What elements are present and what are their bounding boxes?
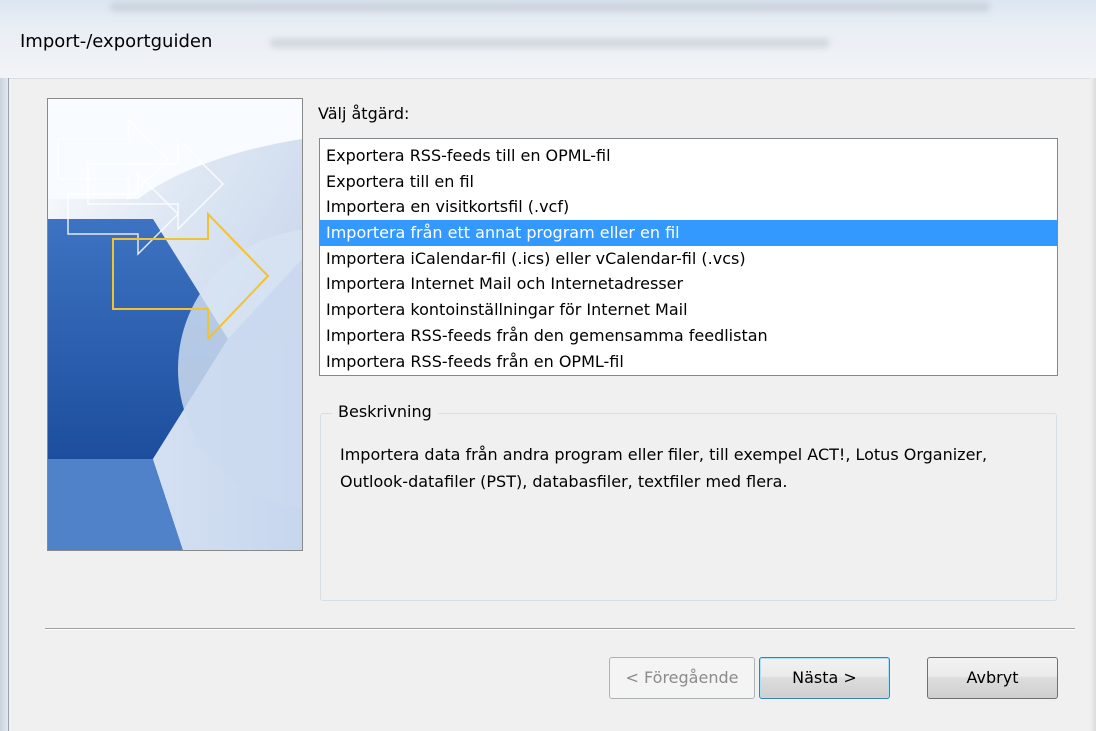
window-left-frame [0, 78, 8, 731]
list-item[interactable]: Importera en visitkortsfil (.vcf) [320, 194, 1057, 220]
window-right-frame [1090, 78, 1096, 731]
import-export-wizard-window: Import-/exportguiden Välj åtgärd: Export… [0, 0, 1096, 731]
back-button[interactable]: < Föregående [609, 657, 755, 699]
button-separator [45, 628, 1075, 630]
window-title: Import-/exportguiden [20, 31, 213, 52]
title-bar-divider [0, 78, 1096, 79]
description-text: Importera data från andra program eller … [340, 445, 988, 491]
cancel-button[interactable]: Avbryt [927, 657, 1058, 699]
choose-action-label: Välj åtgärd: [318, 104, 410, 123]
list-item[interactable]: Importera RSS-feeds från en OPML-fil [320, 349, 1057, 375]
next-button[interactable]: Nästa > [759, 657, 890, 699]
list-item[interactable]: Exportera till en fil [320, 169, 1057, 195]
action-listbox[interactable]: Exportera RSS-feeds till en OPML-fil Exp… [319, 138, 1058, 376]
list-item[interactable]: Exportera RSS-feeds till en OPML-fil [320, 143, 1057, 169]
title-bar: Import-/exportguiden [0, 0, 1096, 78]
list-item-selected[interactable]: Importera från ett annat program eller e… [320, 220, 1057, 246]
description-legend: Beskrivning [332, 402, 438, 421]
list-item[interactable]: Importera Internet Mail och Internetadre… [320, 271, 1057, 297]
list-item[interactable]: Importera kontoinställningar för Interne… [320, 297, 1057, 323]
window-left-border [8, 78, 9, 731]
list-item[interactable]: Importera RSS-feeds från den gemensamma … [320, 323, 1057, 349]
list-item[interactable]: Importera iCalendar-fil (.ics) eller vCa… [320, 246, 1057, 272]
wizard-banner-image [47, 98, 303, 551]
